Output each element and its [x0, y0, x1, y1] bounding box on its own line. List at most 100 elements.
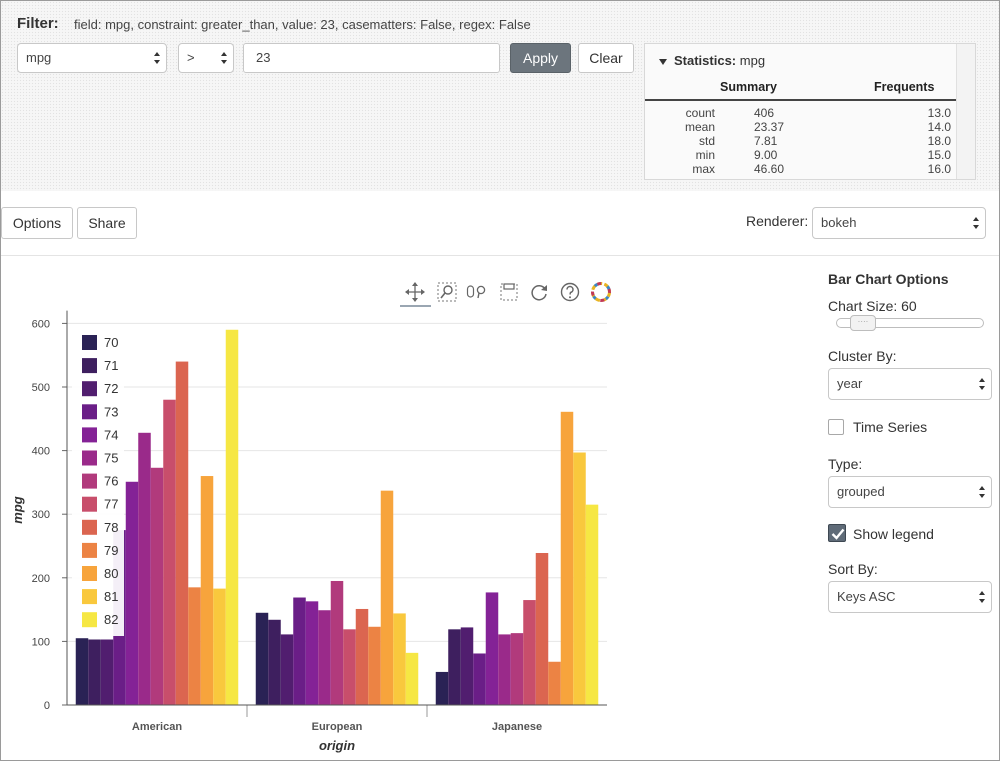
operator-select-value: > [187, 50, 195, 65]
stats-scrollbar[interactable] [956, 44, 975, 179]
bar [175, 361, 189, 705]
stats-row: std 7.81 18.0 [645, 135, 957, 148]
bar [498, 634, 511, 705]
x-category-label: European [312, 721, 363, 733]
bar [355, 608, 369, 705]
stat-value: 23.37 [754, 120, 785, 134]
stat-frequent: 14.0 [927, 120, 951, 134]
share-button[interactable]: Share [77, 207, 137, 239]
x-category-label: American [132, 721, 182, 733]
legend-label: 74 [104, 427, 118, 442]
stats-row: count 406 13.0 [645, 107, 957, 120]
legend-swatch [82, 496, 97, 512]
legend-swatch [82, 519, 97, 535]
stat-value: 7.81 [754, 134, 778, 148]
legend-label: 70 [104, 335, 118, 350]
legend-label: 72 [104, 381, 118, 396]
options-button[interactable]: Options [1, 207, 73, 239]
bar [448, 629, 461, 705]
bar [393, 613, 406, 705]
legend-swatch [82, 404, 97, 420]
stat-frequent: 13.0 [927, 106, 951, 120]
sort-by-label: Sort By: [828, 561, 878, 577]
legend-swatch [82, 427, 97, 443]
select-arrows-icon [979, 590, 985, 604]
stat-frequent: 18.0 [927, 134, 951, 148]
filter-value-input[interactable]: 23 [243, 43, 500, 73]
stat-frequent: 15.0 [927, 148, 951, 162]
frequents-header: Frequents [874, 80, 935, 94]
y-tick-label: 600 [32, 318, 50, 330]
legend-swatch [82, 450, 97, 466]
bar [585, 504, 599, 705]
legend-label: 78 [104, 520, 118, 535]
field-select[interactable]: mpg [17, 43, 167, 73]
field-select-value: mpg [26, 50, 52, 65]
stat-value: 46.60 [754, 162, 785, 176]
chart-size-label: Chart Size: 60 [828, 298, 917, 314]
show-legend-checkbox[interactable] [828, 524, 846, 542]
cluster-by-value: year [837, 376, 863, 391]
legend-swatch [82, 589, 97, 605]
bar [225, 329, 239, 705]
legend-label: 77 [104, 497, 118, 512]
bar [100, 639, 114, 705]
sort-by-select[interactable]: Keys ASC [828, 581, 992, 613]
bar [535, 552, 549, 705]
select-arrows-icon [979, 485, 985, 499]
bar [318, 610, 331, 705]
bar [200, 476, 214, 705]
renderer-select[interactable]: bokeh [812, 207, 986, 239]
stats-divider [645, 99, 957, 101]
x-category-label: Japanese [492, 721, 542, 733]
select-arrows-icon [973, 216, 979, 230]
bar [473, 653, 486, 705]
y-tick-label: 500 [32, 382, 50, 394]
legend-label: 76 [104, 474, 118, 489]
statistics-toggle[interactable]: Statistics: mpg [659, 53, 765, 68]
y-tick-label: 300 [32, 509, 50, 521]
bar [188, 587, 201, 705]
stats-row: max 46.60 16.0 [645, 163, 957, 176]
stat-key: max [692, 162, 715, 176]
bar [293, 597, 306, 705]
bar [460, 627, 474, 705]
bar [255, 612, 269, 705]
stats-row: min 9.00 15.0 [645, 149, 957, 162]
stat-frequent: 16.0 [927, 162, 951, 176]
apply-button[interactable]: Apply [510, 43, 571, 73]
x-axis-label: origin [319, 738, 355, 753]
y-tick-label: 100 [32, 636, 50, 648]
legend-swatch [82, 335, 97, 350]
stat-value: 9.00 [754, 148, 778, 162]
legend-label: 73 [104, 404, 118, 419]
clear-button[interactable]: Clear [578, 43, 634, 73]
cluster-by-select[interactable]: year [828, 368, 992, 400]
bar [405, 652, 419, 705]
legend-swatch [82, 566, 97, 581]
bar [560, 411, 574, 705]
operator-select[interactable]: > [178, 43, 234, 73]
stat-value: 406 [754, 106, 775, 120]
stat-key: min [695, 148, 715, 162]
bar [88, 639, 101, 705]
bar [485, 592, 499, 705]
legend-label: 82 [104, 612, 118, 627]
cluster-by-label: Cluster By: [828, 348, 897, 364]
select-arrows-icon [979, 377, 985, 391]
filter-description: field: mpg, constraint: greater_than, va… [74, 17, 531, 32]
renderer-select-value: bokeh [821, 215, 857, 230]
legend-swatch [82, 358, 97, 374]
time-series-checkbox[interactable] [828, 419, 844, 435]
type-select[interactable]: grouped [828, 476, 992, 508]
bar [523, 600, 536, 705]
bar [343, 629, 356, 705]
checkmark-icon [831, 528, 845, 540]
renderer-label: Renderer: [746, 213, 809, 229]
legend-swatch [82, 381, 97, 397]
legend-label: 79 [104, 543, 118, 558]
bar [510, 633, 524, 705]
chart-size-slider-handle[interactable]: ···· [850, 315, 876, 331]
bar [163, 399, 176, 705]
bar [213, 588, 226, 705]
